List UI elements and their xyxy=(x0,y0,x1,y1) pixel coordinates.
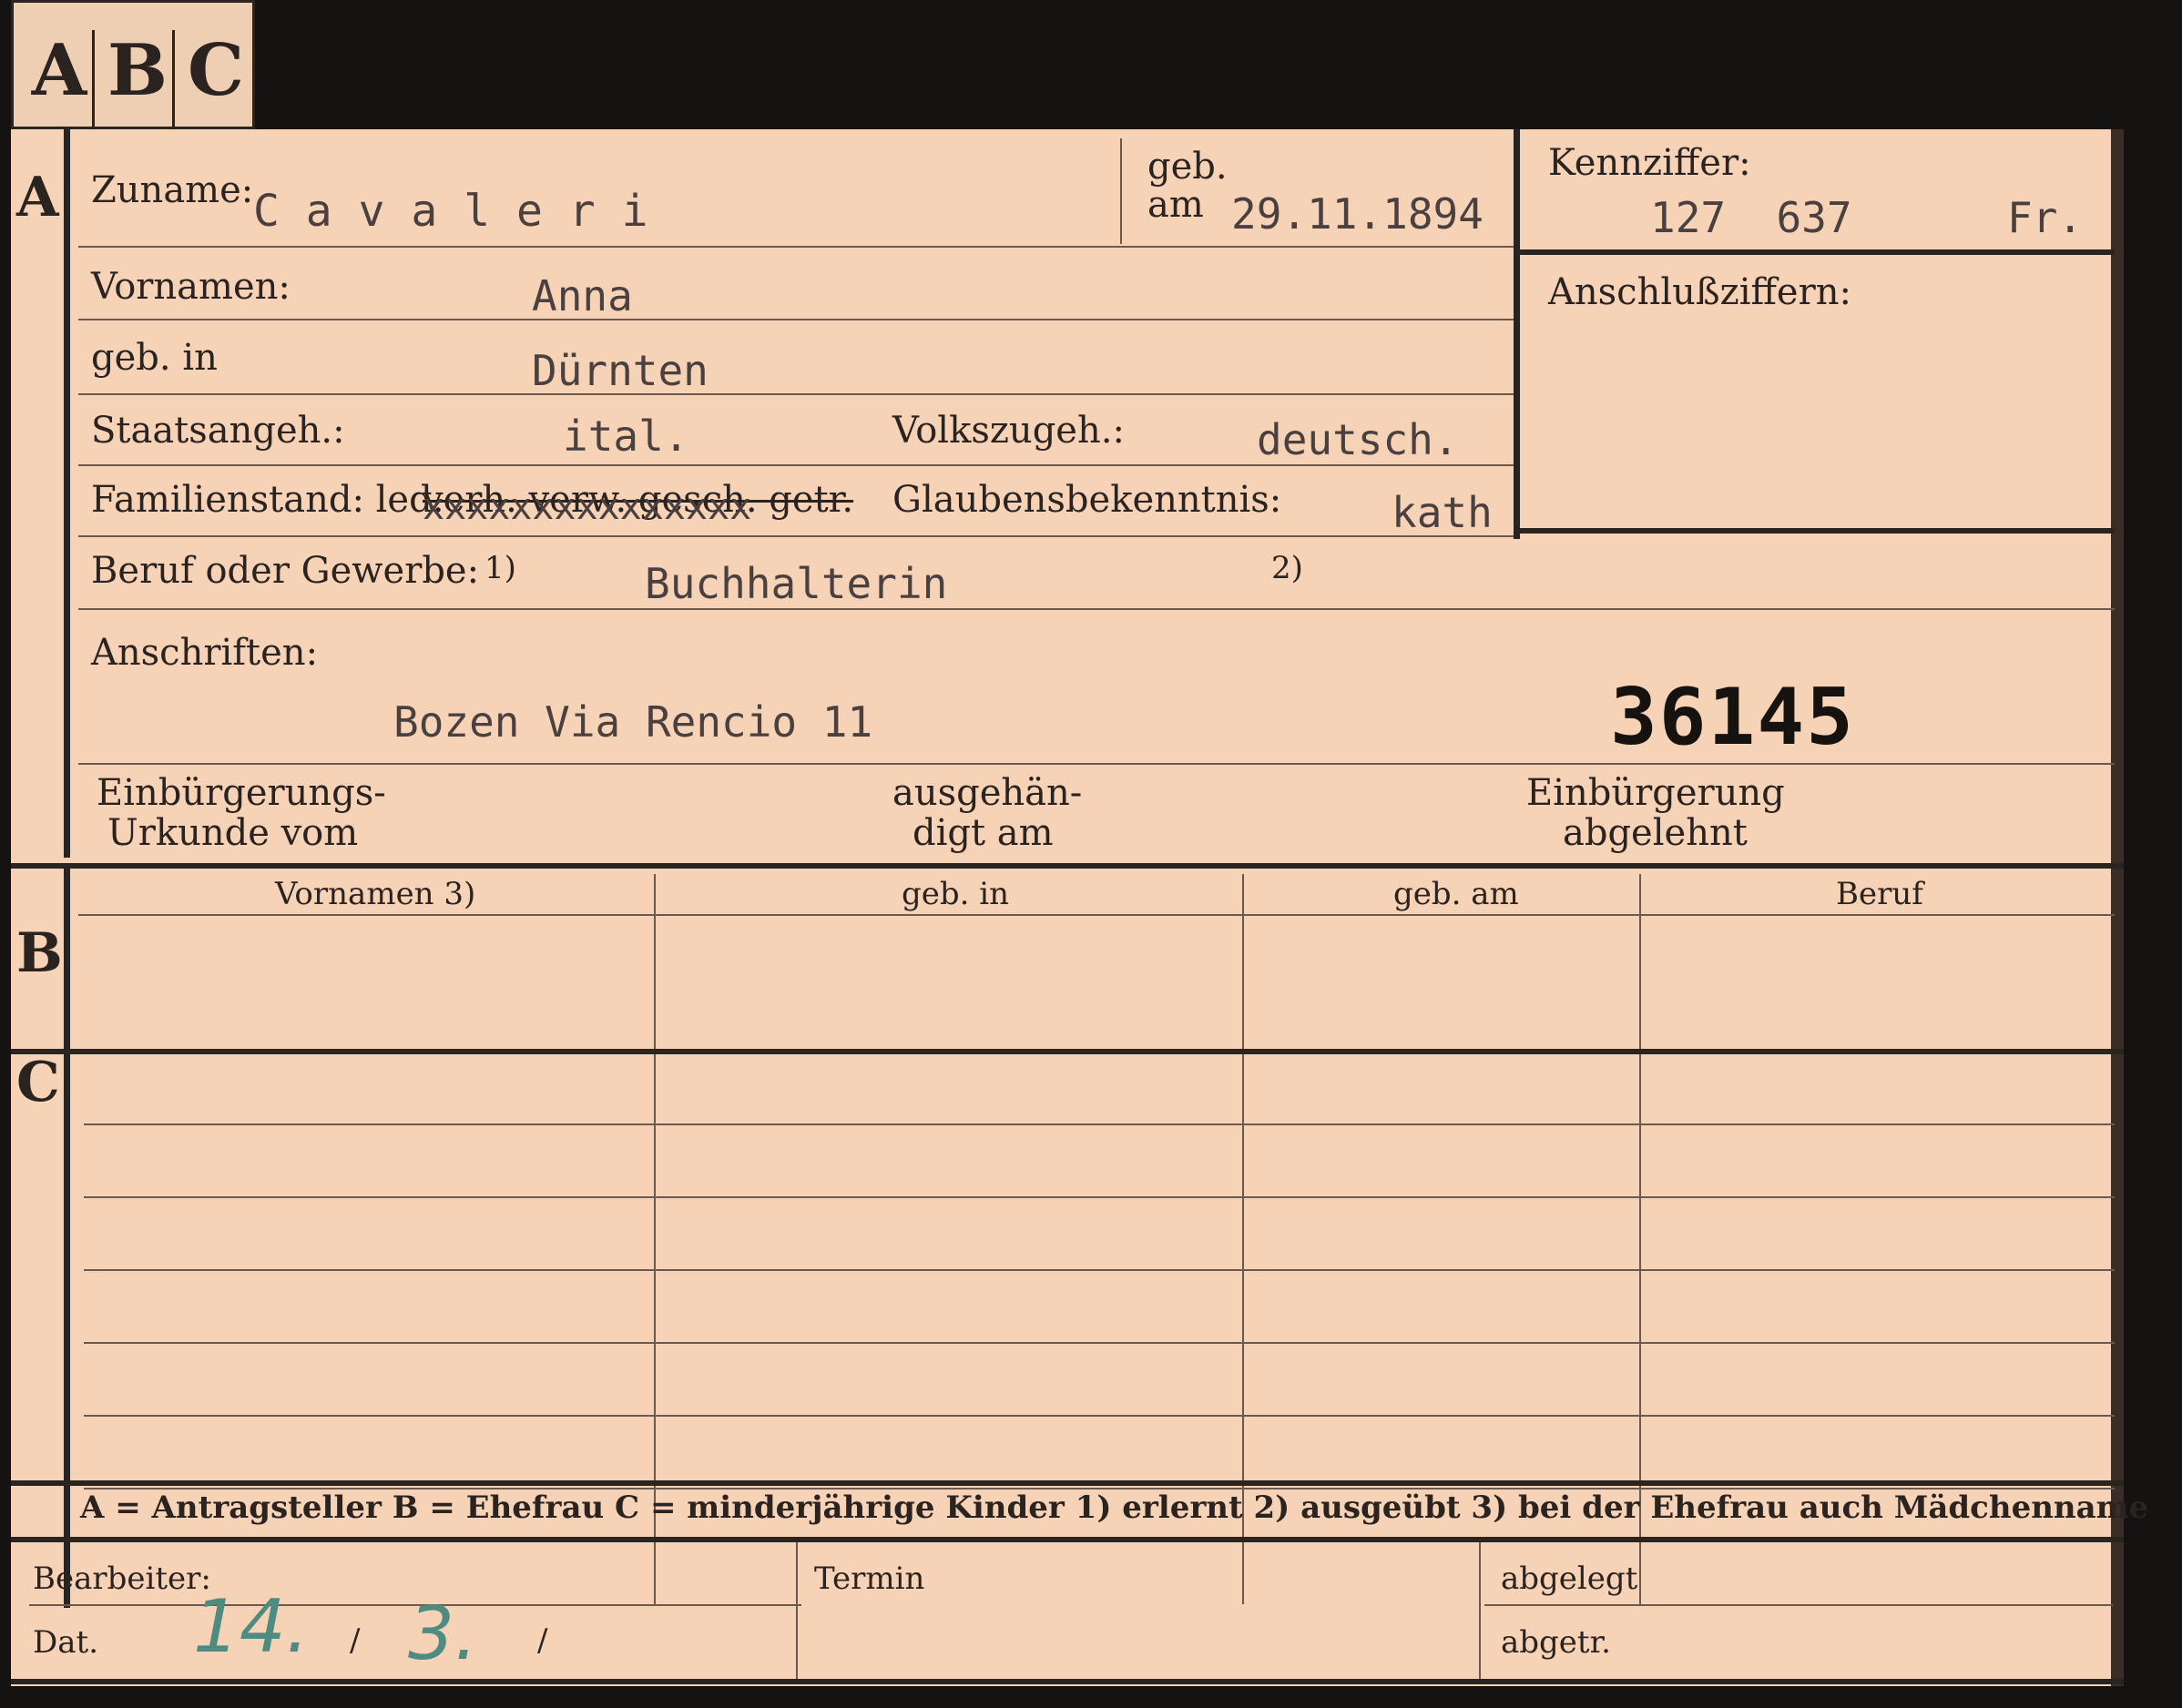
gebin-value: Dürnten xyxy=(532,346,709,395)
c-row-line xyxy=(84,1269,2115,1271)
beruf-footnote-2: 2) xyxy=(1271,550,1303,586)
section-a-marker: A xyxy=(16,166,59,229)
geb-am-value: 29.11.1894 xyxy=(1231,189,1484,239)
staats-label: Staatsangeh.: xyxy=(91,410,345,452)
abc-tab: A B C xyxy=(11,0,255,129)
glauben-label: Glaubensbekenntnis: xyxy=(892,479,1282,521)
tab-divider xyxy=(172,30,175,128)
frame-left-b xyxy=(64,869,70,1178)
section-b-marker: B xyxy=(16,921,63,985)
glauben-value: kath xyxy=(1392,488,1493,537)
row-line xyxy=(78,246,1514,248)
b-header-line xyxy=(78,914,2115,916)
row-line xyxy=(78,464,1514,466)
anschriften-label: Anschriften: xyxy=(91,632,319,674)
volks-value: deutsch. xyxy=(1257,415,1459,464)
abgelehnt-label-2: abgelehnt xyxy=(1563,812,1748,854)
dat-label: Dat. xyxy=(33,1624,99,1661)
vornamen-label: Vornamen: xyxy=(91,266,291,308)
kennziffer-box-left xyxy=(1514,129,1520,539)
dat-separator: / xyxy=(537,1622,548,1659)
frame-left-a xyxy=(64,129,70,858)
footer-divider xyxy=(796,1542,798,1679)
registration-card: A Zuname: C a v a l e r i geb. am 29.11.… xyxy=(11,129,2148,1686)
tab-divider xyxy=(92,30,95,128)
beruf-value: Buchhalterin xyxy=(645,559,948,608)
zuname-label: Zuname: xyxy=(91,169,254,211)
c-row-line xyxy=(84,1415,2115,1417)
geb-divider xyxy=(1120,138,1122,244)
abgelegt-label: abgelegt xyxy=(1501,1561,1638,1597)
dat-separator: / xyxy=(350,1622,361,1659)
kennziffer-number: 127 637 xyxy=(1650,193,1852,242)
c-row-line xyxy=(84,1123,2115,1125)
beruf-footnote-1: 1) xyxy=(484,550,516,586)
row-line xyxy=(78,535,1514,537)
section-c-marker: C xyxy=(16,1051,60,1114)
b-col-vornamen: Vornamen 3) xyxy=(275,876,476,912)
volks-label: Volkszugeh.: xyxy=(892,410,1125,452)
ausgehaendigt-label-2: digt am xyxy=(913,812,1054,854)
bearbeiter-label: Bearbeiter: xyxy=(33,1561,211,1597)
abgetr-label: abgetr. xyxy=(1501,1624,1611,1661)
ausgehaendigt-label-1: ausgehän- xyxy=(892,772,1083,814)
abgelehnt-label-1: Einbürgerung xyxy=(1526,772,1785,814)
abgelegt-line xyxy=(1484,1604,2113,1606)
footer-divider xyxy=(1479,1542,1481,1679)
c-row-line xyxy=(84,1196,2115,1198)
dat-day: 14. xyxy=(193,1584,310,1669)
stamp-number: 36145 xyxy=(1610,672,1855,763)
b-col-gebin: geb. in xyxy=(902,876,1010,912)
kennziffer-box-bottom xyxy=(1514,528,2115,534)
tab-a: A xyxy=(31,29,87,112)
c-row-line xyxy=(84,1342,2115,1344)
legend-bottom-line xyxy=(11,1537,2124,1542)
familien-label: Familienstand: led. xyxy=(91,479,444,521)
staats-value: ital. xyxy=(563,412,689,461)
b-col-gebam: geb. am xyxy=(1393,876,1519,912)
zuname-value: C a v a l e r i xyxy=(253,186,648,237)
termin-label: Termin xyxy=(814,1561,925,1597)
row-line xyxy=(78,608,2115,610)
dat-month: 3. xyxy=(408,1591,478,1676)
tab-b: B xyxy=(107,29,168,112)
beruf-label: Beruf oder Gewerbe: xyxy=(91,550,480,592)
anschriften-value: Bozen Via Rencio 11 xyxy=(393,697,873,747)
geb-label: geb. xyxy=(1147,146,1228,188)
vornamen-value: Anna xyxy=(532,271,633,320)
row-line xyxy=(78,393,1514,395)
b-col-beruf: Beruf xyxy=(1836,876,1923,912)
familien-xout: xxxxxxxxxxxxxxx xyxy=(423,486,752,528)
section-divider-ab xyxy=(11,863,2124,869)
kennziffer-divider xyxy=(1514,249,2115,255)
kennziffer-suffix: Fr. xyxy=(2007,193,2084,242)
einbuergerung-label-2: Urkunde vom xyxy=(107,812,359,854)
kennziffer-label: Kennziffer: xyxy=(1548,142,1751,184)
legend-text: A = Antragsteller B = Ehefrau C = minder… xyxy=(80,1489,2149,1526)
gebin-label: geb. in xyxy=(91,337,218,379)
einbuergerung-label-1: Einbürgerungs- xyxy=(97,772,386,814)
am-label: am xyxy=(1147,184,1204,226)
card-bottom-edge xyxy=(11,1679,2124,1684)
legend-top-line xyxy=(11,1480,2124,1486)
anschluss-label: Anschlußziffern: xyxy=(1548,271,1851,313)
row-line xyxy=(78,319,1514,320)
tab-c: C xyxy=(187,29,245,112)
section-divider-bc xyxy=(11,1049,2124,1054)
row-line xyxy=(78,763,2115,765)
